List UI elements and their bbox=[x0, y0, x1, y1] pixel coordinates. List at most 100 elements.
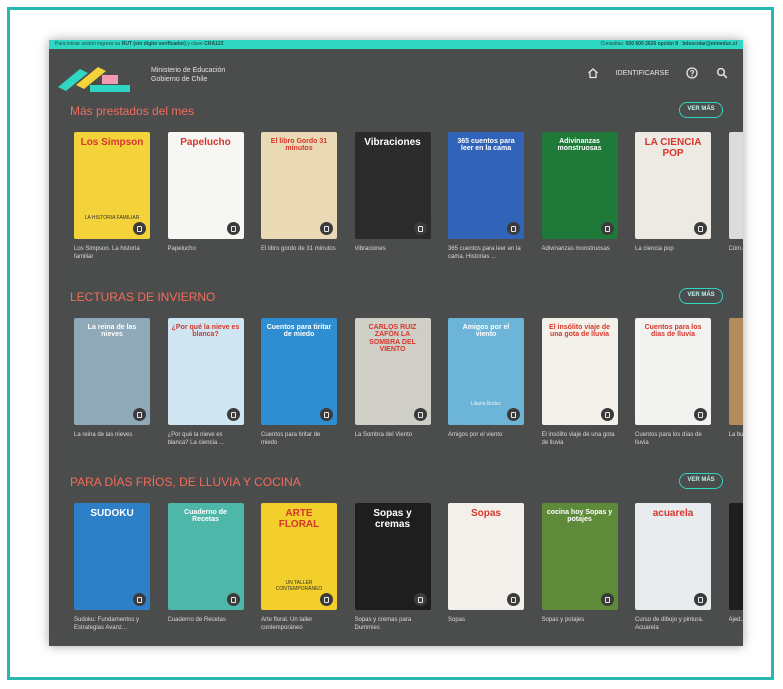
book-title[interactable]: Cuentos para los días de lluvia bbox=[635, 431, 711, 447]
section-title-cold-rainy-cooking: PARA DÍAS FRÍOS, DE LLUVIA Y COCINA bbox=[70, 475, 301, 489]
book-card[interactable]: acuarela Curso de dibujo y pintura. Acuar… bbox=[635, 503, 713, 632]
book-cover[interactable]: Sopas bbox=[448, 503, 524, 610]
book-title[interactable]: Vibraciones bbox=[355, 245, 431, 261]
book-card[interactable]: Adivinanzas monstruosas Adivinanzas monst… bbox=[541, 132, 620, 261]
book-title[interactable]: Amigos por el viento bbox=[448, 431, 524, 447]
book-title[interactable]: 365 cuentos para leer en la cama. Histor… bbox=[448, 245, 524, 261]
book-title[interactable]: Ajed... bbox=[729, 616, 744, 632]
book-title[interactable]: Adivinanzas monstruosas bbox=[542, 245, 618, 261]
book-cover[interactable]: Papelucho bbox=[167, 132, 244, 239]
book-cover[interactable]: ¿Por qué la nieve es blanca? bbox=[167, 318, 244, 425]
book-cover[interactable]: Cuaderno de Recetas bbox=[167, 503, 244, 610]
book-cover[interactable]: acuarela bbox=[635, 503, 711, 610]
book-title[interactable]: Cuaderno de Recetas bbox=[168, 616, 244, 632]
contact-info: Consultas: 600 600 2626 opción 8 bdescol… bbox=[600, 41, 737, 47]
see-more-button-winter-reading[interactable]: VER MÁS bbox=[679, 288, 723, 304]
book-cover-title: ¿Por qué la nieve es blanca? bbox=[171, 324, 240, 339]
book-card[interactable]: El libro Gordo 31 minutos El libro gordo … bbox=[261, 132, 339, 261]
book-row-cold-rainy-cooking: SUDOKU Sudoku: Fundamentos y Estrategias … bbox=[74, 503, 743, 643]
book-title[interactable]: La ciencia pop bbox=[635, 245, 711, 261]
book-card[interactable]: Vibraciones Vibraciones bbox=[354, 132, 433, 261]
home-icon[interactable] bbox=[586, 66, 600, 80]
book-card[interactable]: Amigos por el viento Liliana Bodoc Amigos … bbox=[448, 318, 526, 447]
book-card[interactable]: Cuaderno de Recetas Cuaderno de Recetas bbox=[167, 503, 246, 632]
book-row-winter-reading: La reina de las nieves La reina de las ni… bbox=[74, 318, 743, 458]
book-cover[interactable]: Cuentos para los días de lluvia bbox=[635, 318, 711, 425]
book-cover-subtitle: LA HISTORIA FAMILIAR bbox=[84, 215, 140, 221]
book-cover[interactable]: Los Simpson LA HISTORIA FAMILIAR bbox=[74, 132, 150, 239]
book-cover[interactable]: LA CIENCIA POP bbox=[635, 132, 711, 239]
search-icon[interactable] bbox=[715, 66, 729, 80]
book-cover[interactable] bbox=[728, 132, 743, 239]
book-cover[interactable]: La reina de las nieves bbox=[74, 318, 150, 425]
mineduc-logo[interactable] bbox=[58, 61, 140, 93]
help-icon[interactable] bbox=[685, 66, 699, 80]
book-title[interactable]: La Sombra del Viento bbox=[355, 431, 431, 447]
book-cover-title: La reina de las nieves bbox=[87, 324, 137, 339]
see-more-button-cold-rainy-cooking[interactable]: VER MÁS bbox=[679, 473, 723, 489]
ministry-line2: Gobierno de Chile bbox=[151, 76, 208, 83]
book-cover[interactable]: Adivinanzas monstruosas bbox=[541, 132, 618, 239]
book-card[interactable]: Los Simpson LA HISTORIA FAMILIAR Los Simps… bbox=[74, 132, 152, 261]
book-card[interactable]: La bu... cuán... bbox=[728, 318, 744, 447]
book-cover[interactable]: Sopas y cremas bbox=[354, 503, 431, 610]
ebook-icon bbox=[600, 593, 614, 606]
book-cover[interactable] bbox=[728, 503, 743, 610]
book-title[interactable]: Papelucho bbox=[168, 245, 244, 261]
book-title[interactable]: Los Simpson. La historia familiar bbox=[74, 245, 150, 261]
book-title[interactable]: Sudoku: Fundamentos y Estrategias Avanz.… bbox=[74, 616, 150, 632]
book-card[interactable]: 365 cuentos para leer en la cama 365 cuen… bbox=[448, 132, 526, 261]
book-cover-title: ARTE FLORAL bbox=[278, 508, 320, 530]
book-cover-title: Sopas y cremas bbox=[373, 508, 412, 530]
book-cover[interactable]: 365 cuentos para leer en la cama bbox=[448, 132, 524, 239]
book-title[interactable]: ¿Por qué la nieve es blanca? La ciencia … bbox=[168, 431, 244, 447]
book-title[interactable]: Cuentos para tiritar de miedo bbox=[261, 431, 337, 447]
book-title[interactable]: La reina de las nieves bbox=[74, 431, 150, 447]
header-nav: IDENTIFICARSE bbox=[586, 64, 729, 82]
book-cover[interactable]: cocina hoy Sopas y potajes bbox=[541, 503, 618, 610]
book-title[interactable]: La bu... cuán... bbox=[729, 431, 744, 447]
book-card[interactable]: CARLOS RUIZ ZAFÓN LA SOMBRA DEL VIENTO La… bbox=[354, 318, 433, 447]
see-more-button-most-borrowed[interactable]: VER MÁS bbox=[679, 102, 723, 118]
book-title[interactable]: Sopas y cremas para Dummies bbox=[355, 616, 431, 632]
book-card[interactable]: Cuentos para los días de lluvia Cuentos p… bbox=[635, 318, 713, 447]
book-cover-title: Adivinanzas monstruosas bbox=[557, 138, 602, 153]
ebook-icon bbox=[133, 408, 146, 421]
book-card[interactable]: Papelucho Papelucho bbox=[167, 132, 246, 261]
book-title[interactable]: Sopas y potajes bbox=[542, 616, 618, 632]
book-title[interactable]: Sopas bbox=[448, 616, 524, 632]
book-card[interactable]: ARTE FLORAL UN TALLER CONTEMPORÁNEO Arte f… bbox=[261, 503, 339, 632]
book-card[interactable]: El insólito viaje de una gota de lluvia E… bbox=[541, 318, 620, 447]
book-title[interactable]: El libro gordo de 31 minutos bbox=[261, 245, 337, 261]
book-title[interactable]: Curso de dibujo y pintura. Acuarela bbox=[635, 616, 711, 632]
book-title[interactable]: Cóm... comp... bbox=[729, 245, 744, 261]
book-card[interactable]: Ajed... bbox=[728, 503, 744, 632]
ebook-icon bbox=[600, 408, 614, 421]
book-card[interactable]: cocina hoy Sopas y potajes Sopas y potaje… bbox=[541, 503, 620, 632]
book-card[interactable]: Sopas y cremas Sopas y cremas para Dummie… bbox=[354, 503, 433, 632]
book-card[interactable]: ¿Por qué la nieve es blanca? ¿Por qué la … bbox=[167, 318, 246, 447]
book-cover[interactable]: CARLOS RUIZ ZAFÓN LA SOMBRA DEL VIENTO bbox=[354, 318, 431, 425]
book-cover[interactable]: Cuentos para tiritar de miedo bbox=[261, 318, 337, 425]
book-cover[interactable]: Amigos por el viento Liliana Bodoc bbox=[448, 318, 524, 425]
book-card[interactable]: Sopas Sopas bbox=[448, 503, 526, 632]
book-card[interactable]: Cuentos para tiritar de miedo Cuentos par… bbox=[261, 318, 339, 447]
book-cover-title: Vibraciones bbox=[364, 137, 421, 148]
book-card[interactable]: La reina de las nieves La reina de las ni… bbox=[74, 318, 152, 447]
book-cover[interactable]: El insólito viaje de una gota de lluvia bbox=[541, 318, 618, 425]
book-card[interactable]: SUDOKU Sudoku: Fundamentos y Estrategias … bbox=[74, 503, 152, 632]
book-cover[interactable]: Vibraciones bbox=[354, 132, 431, 239]
book-cover[interactable] bbox=[728, 318, 743, 425]
identify-link[interactable]: IDENTIFICARSE bbox=[616, 70, 669, 77]
book-cover[interactable]: El libro Gordo 31 minutos bbox=[261, 132, 337, 239]
book-title[interactable]: El insólito viaje de una gota de lluvia bbox=[542, 431, 618, 447]
book-cover[interactable]: SUDOKU bbox=[74, 503, 150, 610]
book-cover[interactable]: ARTE FLORAL UN TALLER CONTEMPORÁNEO bbox=[261, 503, 337, 610]
book-card[interactable]: Cóm... comp... bbox=[728, 132, 744, 261]
book-title[interactable]: Arte floral. Un taller contemporáneo bbox=[261, 616, 337, 632]
book-card[interactable]: LA CIENCIA POP La ciencia pop bbox=[635, 132, 713, 261]
ebook-icon bbox=[507, 593, 520, 606]
book-cover-title: El insólito viaje de una gota de lluvia bbox=[548, 324, 611, 339]
ebook-icon bbox=[413, 222, 427, 235]
book-cover-title: acuarela bbox=[652, 508, 694, 519]
